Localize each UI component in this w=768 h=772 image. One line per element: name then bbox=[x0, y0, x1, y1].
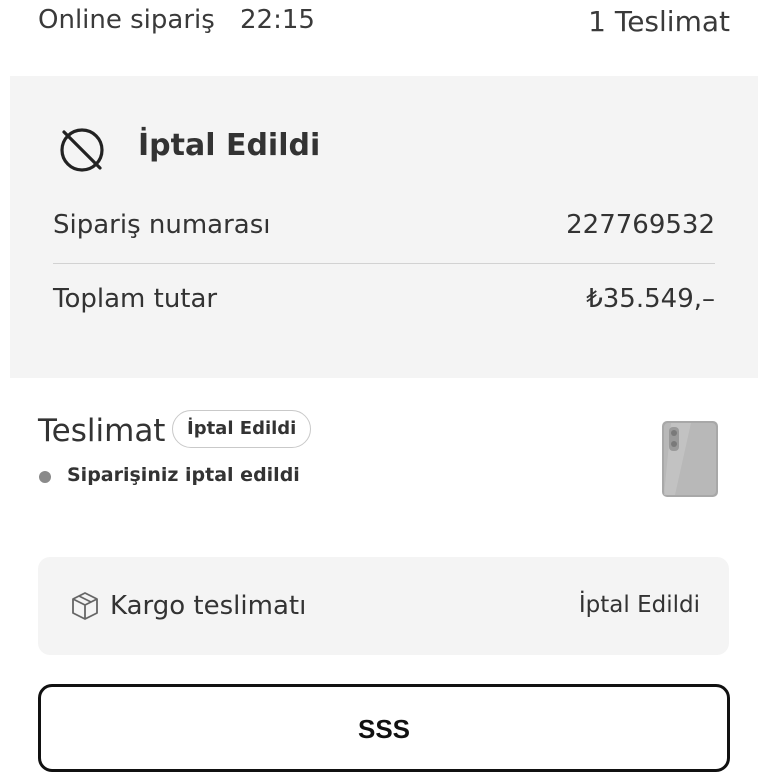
total-amount-value: ₺35.549,– bbox=[586, 284, 715, 314]
divider bbox=[53, 263, 715, 264]
delivery-status-badge: İptal Edildi bbox=[172, 410, 312, 448]
product-thumbnail[interactable] bbox=[661, 420, 719, 498]
faq-button[interactable]: SSS bbox=[38, 684, 730, 772]
order-number-value: 227769532 bbox=[566, 210, 715, 240]
order-status-title: İptal Edildi bbox=[138, 128, 321, 163]
order-type-label: Online sipariş bbox=[38, 5, 215, 35]
cargo-delivery-label: Kargo teslimatı bbox=[110, 591, 307, 621]
package-box-icon bbox=[72, 592, 98, 620]
delivery-status-message: Siparişiniz iptal edildi bbox=[67, 464, 300, 486]
status-dot bbox=[39, 471, 51, 483]
cargo-delivery-row[interactable]: Kargo teslimatı İptal Edildi bbox=[38, 557, 729, 655]
delivery-title: Teslimat bbox=[38, 413, 166, 449]
total-amount-label: Toplam tutar bbox=[53, 284, 218, 314]
cancelled-circle-icon bbox=[60, 128, 104, 172]
order-summary-panel: İptal Edildi Sipariş numarası 227769532 … bbox=[10, 76, 758, 378]
delivery-count: 1 Teslimat bbox=[588, 5, 730, 38]
order-number-label: Sipariş numarası bbox=[53, 210, 271, 240]
order-time: 22:15 bbox=[240, 5, 315, 35]
cargo-delivery-status: İptal Edildi bbox=[578, 592, 700, 618]
order-header: Online sipariş 22:15 1 Teslimat bbox=[0, 0, 768, 60]
